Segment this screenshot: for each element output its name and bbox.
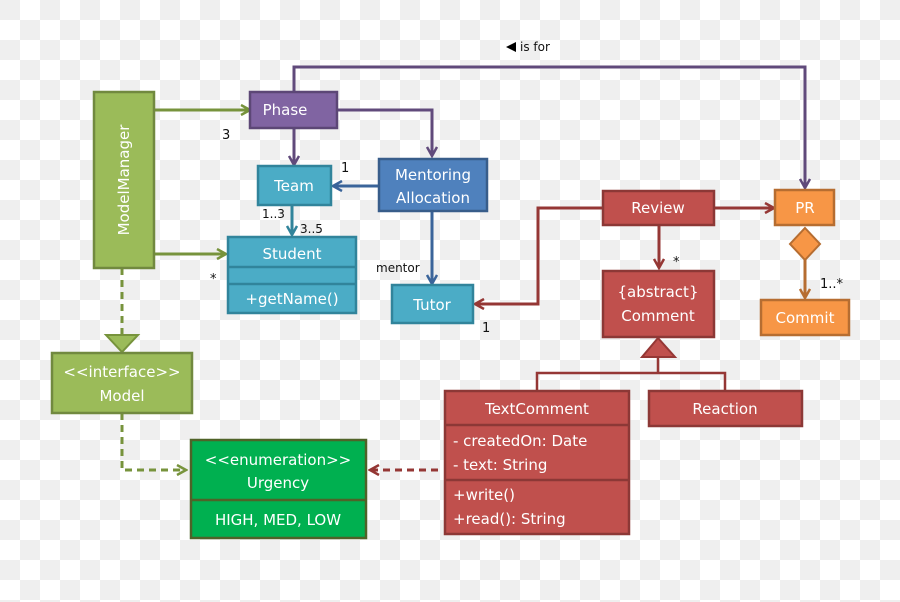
class-model-interface[interactable]: <<interface>> Model: [50, 351, 194, 415]
direction-arrow-icon: [506, 42, 516, 52]
class-comment-label: Comment: [621, 307, 695, 325]
class-mentoring-allocation[interactable]: Mentoring Allocation: [377, 157, 489, 213]
enum-urgency-stereotype: <<enumeration>>: [205, 451, 351, 469]
label-team-student-dst: 3..5: [300, 222, 323, 236]
class-textcomment-method: +write(): [453, 486, 515, 504]
label-team-one: 1: [341, 161, 349, 176]
label-tutor-one: 1: [482, 321, 490, 336]
class-phase-label: Phase: [263, 101, 308, 119]
class-student-name: Student: [262, 245, 321, 263]
class-textcomment-name: TextComment: [484, 400, 589, 418]
label-student-star: *: [210, 272, 217, 287]
uml-class-diagram: ModelManager Phase Team Student +getName…: [50, 40, 851, 540]
class-textcomment-attr: - createdOn: Date: [453, 432, 587, 450]
enum-urgency-name: Urgency: [247, 474, 309, 492]
class-student-method: +getName(): [245, 290, 338, 308]
class-mentoring-label-1: Mentoring: [395, 166, 471, 184]
class-student[interactable]: Student +getName(): [226, 235, 358, 315]
class-reaction-label: Reaction: [692, 400, 757, 418]
class-commit-label: Commit: [776, 309, 835, 327]
class-commit[interactable]: Commit: [759, 298, 851, 337]
edge-review-tutor: [475, 206, 603, 304]
label-comment-star: *: [673, 255, 680, 270]
class-review[interactable]: Review: [601, 189, 716, 227]
label-is-for: is for: [520, 40, 550, 54]
class-phase[interactable]: Phase: [248, 90, 339, 130]
class-textcomment[interactable]: TextComment - createdOn: Date - text: St…: [443, 389, 631, 536]
edge-generalization-comment: [535, 357, 727, 391]
class-modelmanager[interactable]: ModelManager: [92, 90, 156, 270]
composition-diamond-pr: [788, 226, 822, 262]
generalization-triangle-comment: [639, 336, 678, 358]
label-team-student-src: 1..3: [262, 207, 285, 221]
edge-phase-mentoring: [337, 108, 432, 156]
class-team[interactable]: Team: [256, 164, 333, 207]
class-mentoring-label-2: Allocation: [396, 189, 470, 207]
class-model-stereotype: <<interface>>: [63, 363, 180, 381]
class-tutor[interactable]: Tutor: [390, 283, 475, 325]
class-textcomment-attr: - text: String: [453, 456, 547, 474]
label-mentor-role: mentor: [376, 261, 420, 275]
class-review-label: Review: [631, 199, 685, 217]
class-pr[interactable]: PR: [773, 188, 836, 227]
class-modelmanager-label: ModelManager: [115, 124, 133, 236]
edge-phase-pr: [292, 65, 805, 188]
class-reaction[interactable]: Reaction: [647, 389, 804, 428]
class-comment-stereotype: {abstract}: [618, 283, 699, 301]
class-model-label: Model: [99, 387, 144, 405]
class-tutor-label: Tutor: [412, 296, 451, 314]
class-pr-label: PR: [795, 199, 814, 217]
enum-urgency-values: HIGH, MED, LOW: [215, 511, 341, 529]
enum-urgency[interactable]: <<enumeration>> Urgency HIGH, MED, LOW: [189, 438, 368, 540]
edge-model-urgency: [120, 413, 186, 470]
class-team-label: Team: [273, 177, 314, 195]
realization-triangle-model: [103, 334, 141, 354]
label-phase-multiplicity: 3: [222, 128, 230, 143]
label-commit-multiplicity: 1..*: [820, 277, 844, 292]
class-comment[interactable]: {abstract} Comment: [601, 269, 716, 339]
class-textcomment-method: +read(): String: [453, 510, 566, 528]
